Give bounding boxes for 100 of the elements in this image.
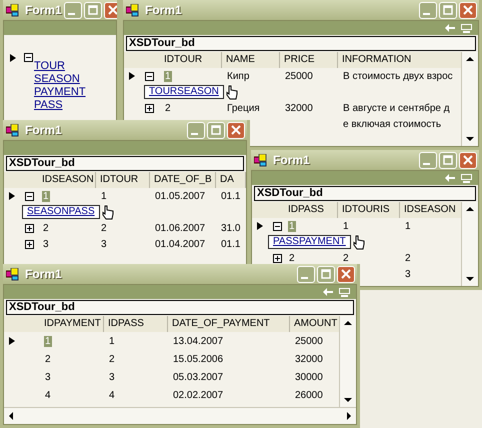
table-cell: 02.02.2007 <box>172 390 224 400</box>
grid-caption: XSDTour_bd <box>6 156 244 171</box>
column-header[interactable]: IDTOURIS <box>338 202 400 218</box>
close-button[interactable] <box>337 266 355 282</box>
expand-icon[interactable] <box>25 224 34 232</box>
column-header[interactable]: IDPAYMENT <box>40 316 104 332</box>
table-cell: В августе и сентябре д <box>342 102 451 114</box>
table-cell: 31.0 <box>220 222 242 234</box>
window-title: Form1 <box>25 267 63 281</box>
current-row-icon <box>257 222 263 230</box>
vertical-scrollbar[interactable] <box>461 52 478 146</box>
column-header[interactable]: DATE_OF_B <box>150 172 216 188</box>
app-icon <box>6 268 20 280</box>
table-cell: 1 <box>404 220 412 232</box>
close-button[interactable] <box>227 122 245 138</box>
minimize-icon <box>68 12 75 14</box>
app-icon <box>6 4 20 16</box>
relation-link[interactable]: SEASONPASS <box>22 205 100 219</box>
column-header[interactable]: IDTOUR <box>160 52 222 68</box>
table-cell: В стоимость двух взрос <box>342 70 454 82</box>
relation-link[interactable]: TOURSEASON <box>144 85 224 99</box>
table-cell: 01.06.2007 <box>154 222 206 234</box>
table-cell: 26000 <box>294 390 324 400</box>
collapse-icon[interactable] <box>24 53 33 62</box>
column-header[interactable]: IDPASS <box>104 316 168 332</box>
maximize-button[interactable] <box>207 122 225 138</box>
table-cell: 3 <box>100 238 108 250</box>
close-button[interactable] <box>459 152 477 168</box>
minimize-button[interactable] <box>187 122 205 138</box>
table-cell: 3 <box>404 268 412 280</box>
maximize-button[interactable] <box>439 152 457 168</box>
app-icon <box>254 154 268 166</box>
table-link[interactable]: SEASON <box>34 73 116 86</box>
close-icon <box>231 125 241 135</box>
grid-view-icon[interactable] <box>339 288 350 296</box>
minimize-icon <box>301 276 308 278</box>
back-arrow-icon[interactable] <box>445 174 455 182</box>
collapse-icon[interactable] <box>273 222 282 230</box>
collapse-icon[interactable] <box>25 192 34 200</box>
table-cell: 05.03.2007 <box>172 372 224 382</box>
close-icon <box>341 269 351 279</box>
table-cell: 2 <box>288 252 296 264</box>
table-cell: 2 <box>44 354 52 364</box>
table-cell: 32000 <box>284 102 314 114</box>
table-cell: 2 <box>108 354 116 364</box>
column-header[interactable]: DA <box>216 172 246 188</box>
current-row-icon <box>9 192 15 200</box>
table-cell: 01.05.2007 <box>154 190 206 202</box>
table-cell: 4 <box>44 390 52 400</box>
table-link[interactable]: PASS <box>34 99 116 112</box>
maximize-icon <box>443 5 453 15</box>
minimize-button[interactable] <box>419 2 437 18</box>
maximize-button[interactable] <box>439 2 457 18</box>
window-title: Form1 <box>25 3 62 17</box>
table-cell: 13.04.2007 <box>172 336 224 346</box>
expand-icon[interactable] <box>273 254 282 262</box>
grid-view-icon[interactable] <box>461 24 472 32</box>
vertical-scrollbar[interactable] <box>461 202 478 286</box>
table-cell: 1 <box>342 220 350 232</box>
column-header[interactable]: PRICE <box>280 52 338 68</box>
grid-caption: XSDTour_bd <box>254 186 476 201</box>
table-cell: 2 <box>164 102 172 114</box>
minimize-button[interactable] <box>64 2 82 18</box>
hand-cursor-icon <box>352 234 365 250</box>
table-cell: 1 <box>44 336 52 346</box>
table-link[interactable]: PAYMENT <box>34 86 116 99</box>
column-header[interactable]: IDSEASON <box>38 172 96 188</box>
app-icon <box>126 4 140 16</box>
minimize-button[interactable] <box>297 266 315 282</box>
relation-link[interactable]: PASSPAYMENT <box>268 235 351 249</box>
close-icon <box>463 155 473 165</box>
vertical-scrollbar[interactable] <box>339 316 356 407</box>
back-arrow-icon[interactable] <box>445 24 455 32</box>
minimize-button[interactable] <box>419 152 437 168</box>
expand-icon[interactable] <box>145 104 154 112</box>
table-cell: 1 <box>42 190 50 202</box>
table-cell: 30000 <box>294 372 324 382</box>
back-arrow-icon[interactable] <box>323 288 333 296</box>
close-button[interactable] <box>104 2 117 18</box>
hand-cursor-icon <box>102 204 114 220</box>
grid-view-icon[interactable] <box>461 174 472 182</box>
column-header[interactable]: NAME <box>222 52 280 68</box>
table-cell: 25000 <box>284 70 314 82</box>
table-cell: е включая стоимость <box>342 118 442 130</box>
horizontal-scrollbar[interactable] <box>4 407 356 424</box>
table-link[interactable]: TOUR <box>34 60 116 73</box>
collapse-icon[interactable] <box>145 72 154 80</box>
column-header[interactable]: DATE_OF_PAYMENT <box>168 316 290 332</box>
expand-icon[interactable] <box>25 240 34 248</box>
table-cell: 1 <box>164 70 172 82</box>
table-cell: 01.1 <box>220 190 242 202</box>
maximize-button[interactable] <box>317 266 335 282</box>
maximize-icon <box>211 125 221 135</box>
maximize-button[interactable] <box>84 2 102 18</box>
app-icon <box>6 124 20 136</box>
column-header[interactable]: IDPASS <box>284 202 338 218</box>
table-cell: 2 <box>100 222 108 234</box>
close-button[interactable] <box>459 2 477 18</box>
current-row-icon <box>129 72 135 80</box>
column-header[interactable]: IDTOUR <box>96 172 150 188</box>
